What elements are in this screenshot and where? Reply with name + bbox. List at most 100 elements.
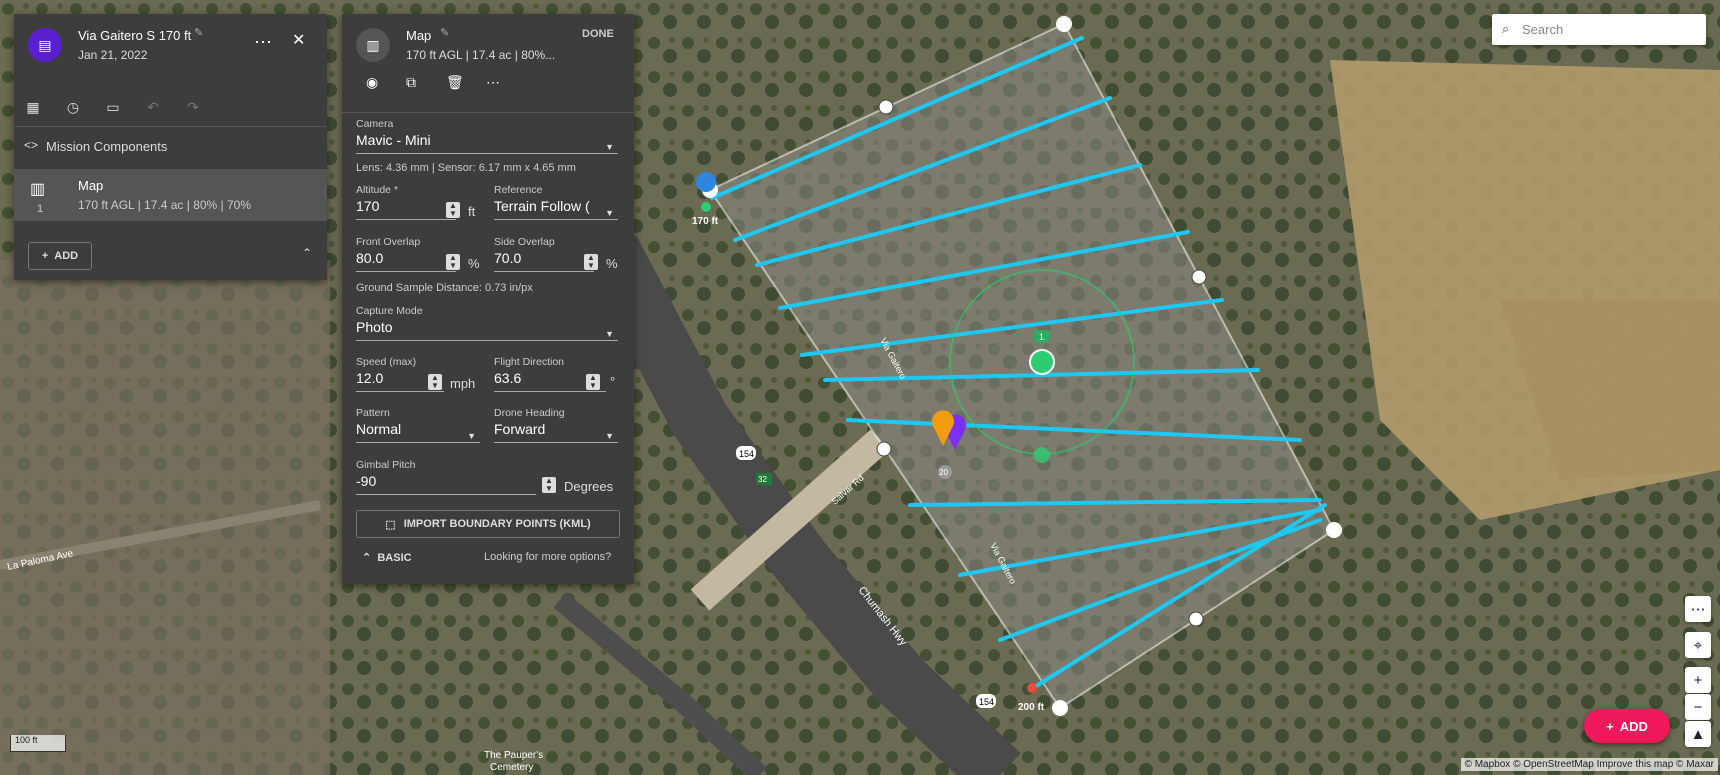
side-overlap-stepper[interactable]: ▲ ▼ — [584, 254, 598, 270]
terminal-icon[interactable]: ▭ — [104, 98, 122, 116]
plus-icon: + — [41, 250, 49, 262]
map-settings-panel: ▥ Map ✎ 170 ft AGL | 17.4 ac | 80%... DO… — [342, 14, 634, 584]
camera-label: Camera — [356, 118, 394, 130]
map-attribution[interactable]: © Mapbox © OpenStreetMap Improve this ma… — [1460, 758, 1718, 771]
component-title: Map — [78, 178, 104, 193]
document-icon: ▤ — [38, 36, 52, 53]
map-icon: ▥ — [30, 181, 46, 198]
front-overlap-label: Front Overlap — [356, 236, 421, 248]
add-component-button[interactable]: + ADD — [28, 242, 92, 270]
drone-heading-select[interactable]: Drone Heading Forward ▼ — [494, 407, 618, 443]
delete-icon[interactable]: 🗑 — [446, 74, 464, 91]
speed-label: Speed (max) — [356, 356, 417, 368]
waypoint-number: 1 — [1039, 332, 1044, 342]
side-overlap-field[interactable]: Side Overlap 70.0 ▲ ▼ % — [494, 236, 618, 272]
map-component-icon: ▥ — [356, 28, 390, 62]
zoom-out-button[interactable]: − — [1685, 694, 1711, 720]
speed-unit: mph — [450, 376, 476, 391]
speed-stepper[interactable]: ▲ ▼ — [428, 374, 442, 390]
start-altitude-label: 170 ft — [692, 216, 719, 227]
mission-title[interactable]: Via Gaitero S 170 ft — [78, 28, 191, 43]
search-box[interactable]: ⌕ Search — [1492, 14, 1706, 45]
altitude-field[interactable]: Altitude * 170 ▲ ▼ ft — [356, 184, 480, 220]
close-icon[interactable]: ✕ — [292, 30, 305, 50]
flight-direction-unit: ° — [610, 374, 616, 389]
more-options-icon[interactable]: ⋯ — [486, 74, 500, 91]
compass-icon: ▲ — [1690, 725, 1706, 743]
map-add-label: ADD — [1619, 718, 1648, 734]
altitude-label: Altitude * — [356, 184, 399, 196]
side-overlap-value: 70.0 — [494, 250, 522, 266]
more-options-icon[interactable]: ⋯ — [254, 32, 273, 53]
gimbal-pitch-field[interactable]: Gimbal Pitch -90 ▲ ▼ Degrees — [356, 459, 618, 495]
basic-toggle[interactable]: ⌃ BASIC — [362, 551, 412, 564]
component-subtitle: 170 ft AGL | 17.4 ac | 80% | 70% — [78, 198, 252, 212]
front-overlap-field[interactable]: Front Overlap 80.0 ▲ ▼ % — [356, 236, 480, 272]
reference-select[interactable]: Reference Terrain Follow ( ▼ — [494, 184, 618, 220]
plus-icon: + — [1606, 718, 1614, 734]
component-number: 1 — [37, 203, 44, 215]
redo-icon[interactable]: ↷ — [184, 98, 202, 116]
map-scale: 100 ft — [10, 735, 66, 752]
side-overlap-label: Side Overlap — [494, 236, 555, 248]
eye-icon[interactable]: ◉ — [366, 74, 378, 91]
gimbal-pitch-stepper[interactable]: ▲ ▼ — [542, 477, 556, 493]
history-icon[interactable]: ◷ — [64, 98, 82, 116]
map-component-item[interactable]: ▥ 1 Map 170 ft AGL | 17.4 ac | 80% | 70% — [14, 169, 327, 221]
gsd-info: Ground Sample Distance: 0.73 in/px — [356, 282, 533, 294]
map-add-button[interactable]: + ADD — [1584, 709, 1670, 743]
zoom-in-button[interactable]: + — [1685, 667, 1711, 693]
home-number: 20 — [939, 468, 948, 477]
locate-button[interactable]: ⌖ — [1685, 632, 1711, 658]
lens-info: Lens: 4.36 mm | Sensor: 6.17 mm x 4.65 m… — [356, 162, 576, 174]
edit-pencil-icon[interactable]: ✎ — [194, 26, 203, 39]
dropdown-arrow-icon: ▼ — [605, 431, 614, 441]
map-more-button[interactable]: ⋯ — [1685, 596, 1711, 622]
chevron-up-icon: ⌃ — [362, 552, 372, 564]
camera-value: Mavic - Mini — [356, 132, 431, 148]
cemetery-label: Cemetery — [490, 762, 533, 773]
dropdown-arrow-icon: ▼ — [467, 431, 476, 441]
front-overlap-stepper[interactable]: ▲ ▼ — [446, 254, 460, 270]
mission-panel: ▤ Via Gaitero S 170 ft ✎ Jan 21, 2022 ⋯ … — [14, 14, 327, 280]
3d-view-icon[interactable]: ▦ — [24, 98, 42, 116]
boundary-import-icon: ⬚ — [385, 518, 396, 531]
capture-mode-select[interactable]: Capture Mode Photo ▼ — [356, 305, 618, 341]
add-label: ADD — [54, 250, 79, 262]
drone-heading-value: Forward — [494, 421, 546, 437]
route-154-label-2: 154 — [979, 697, 994, 707]
edit-pencil-icon[interactable]: ✎ — [440, 26, 449, 39]
altitude-unit: ft — [468, 204, 476, 219]
crosshair-icon: ⌖ — [1693, 636, 1703, 654]
route-32-label: 32 — [758, 475, 767, 484]
gimbal-pitch-unit: Degrees — [564, 479, 614, 494]
import-label: IMPORT BOUNDARY POINTS (KML) — [403, 518, 591, 530]
altitude-value: 170 — [356, 198, 380, 214]
settings-header: ▥ Map ✎ 170 ft AGL | 17.4 ac | 80%... DO… — [342, 14, 634, 113]
copy-icon[interactable]: ⧉ — [406, 74, 416, 91]
flight-direction-field[interactable]: Flight Direction 63.6 ▲ ▼ ° — [494, 356, 618, 392]
dropdown-arrow-icon: ▼ — [605, 208, 614, 218]
capture-mode-value: Photo — [356, 319, 393, 335]
more-options-link[interactable]: Looking for more options? — [484, 551, 611, 563]
done-button[interactable]: DONE — [582, 28, 614, 40]
mission-components-label: Mission Components — [46, 139, 168, 154]
pattern-value: Normal — [356, 421, 402, 437]
chevron-up-icon[interactable]: ⌃ — [302, 246, 312, 260]
search-icon: ⌕ — [1502, 21, 1510, 36]
more-options-icon: ⋯ — [1690, 601, 1706, 618]
flight-direction-stepper[interactable]: ▲ ▼ — [586, 374, 600, 390]
compass-button[interactable]: ▲ — [1685, 721, 1711, 747]
pattern-select[interactable]: Pattern Normal ▼ — [356, 407, 480, 443]
altitude-stepper[interactable]: ▲ ▼ — [446, 202, 460, 218]
dropdown-arrow-icon: ▼ — [605, 329, 614, 339]
undo-icon[interactable]: ↶ — [144, 98, 162, 116]
route-154-label: 154 — [739, 449, 754, 459]
capture-mode-label: Capture Mode — [356, 305, 423, 317]
camera-select[interactable]: Camera Mavic - Mini ▼ — [356, 118, 618, 154]
mission-components-header[interactable]: <> Mission Components — [14, 128, 327, 164]
paupers-label: The Pauper's — [484, 750, 543, 761]
settings-title[interactable]: Map — [406, 28, 431, 43]
import-kml-button[interactable]: ⬚ IMPORT BOUNDARY POINTS (KML) — [356, 510, 620, 538]
speed-field[interactable]: Speed (max) 12.0 ▲ ▼ mph — [356, 356, 480, 392]
